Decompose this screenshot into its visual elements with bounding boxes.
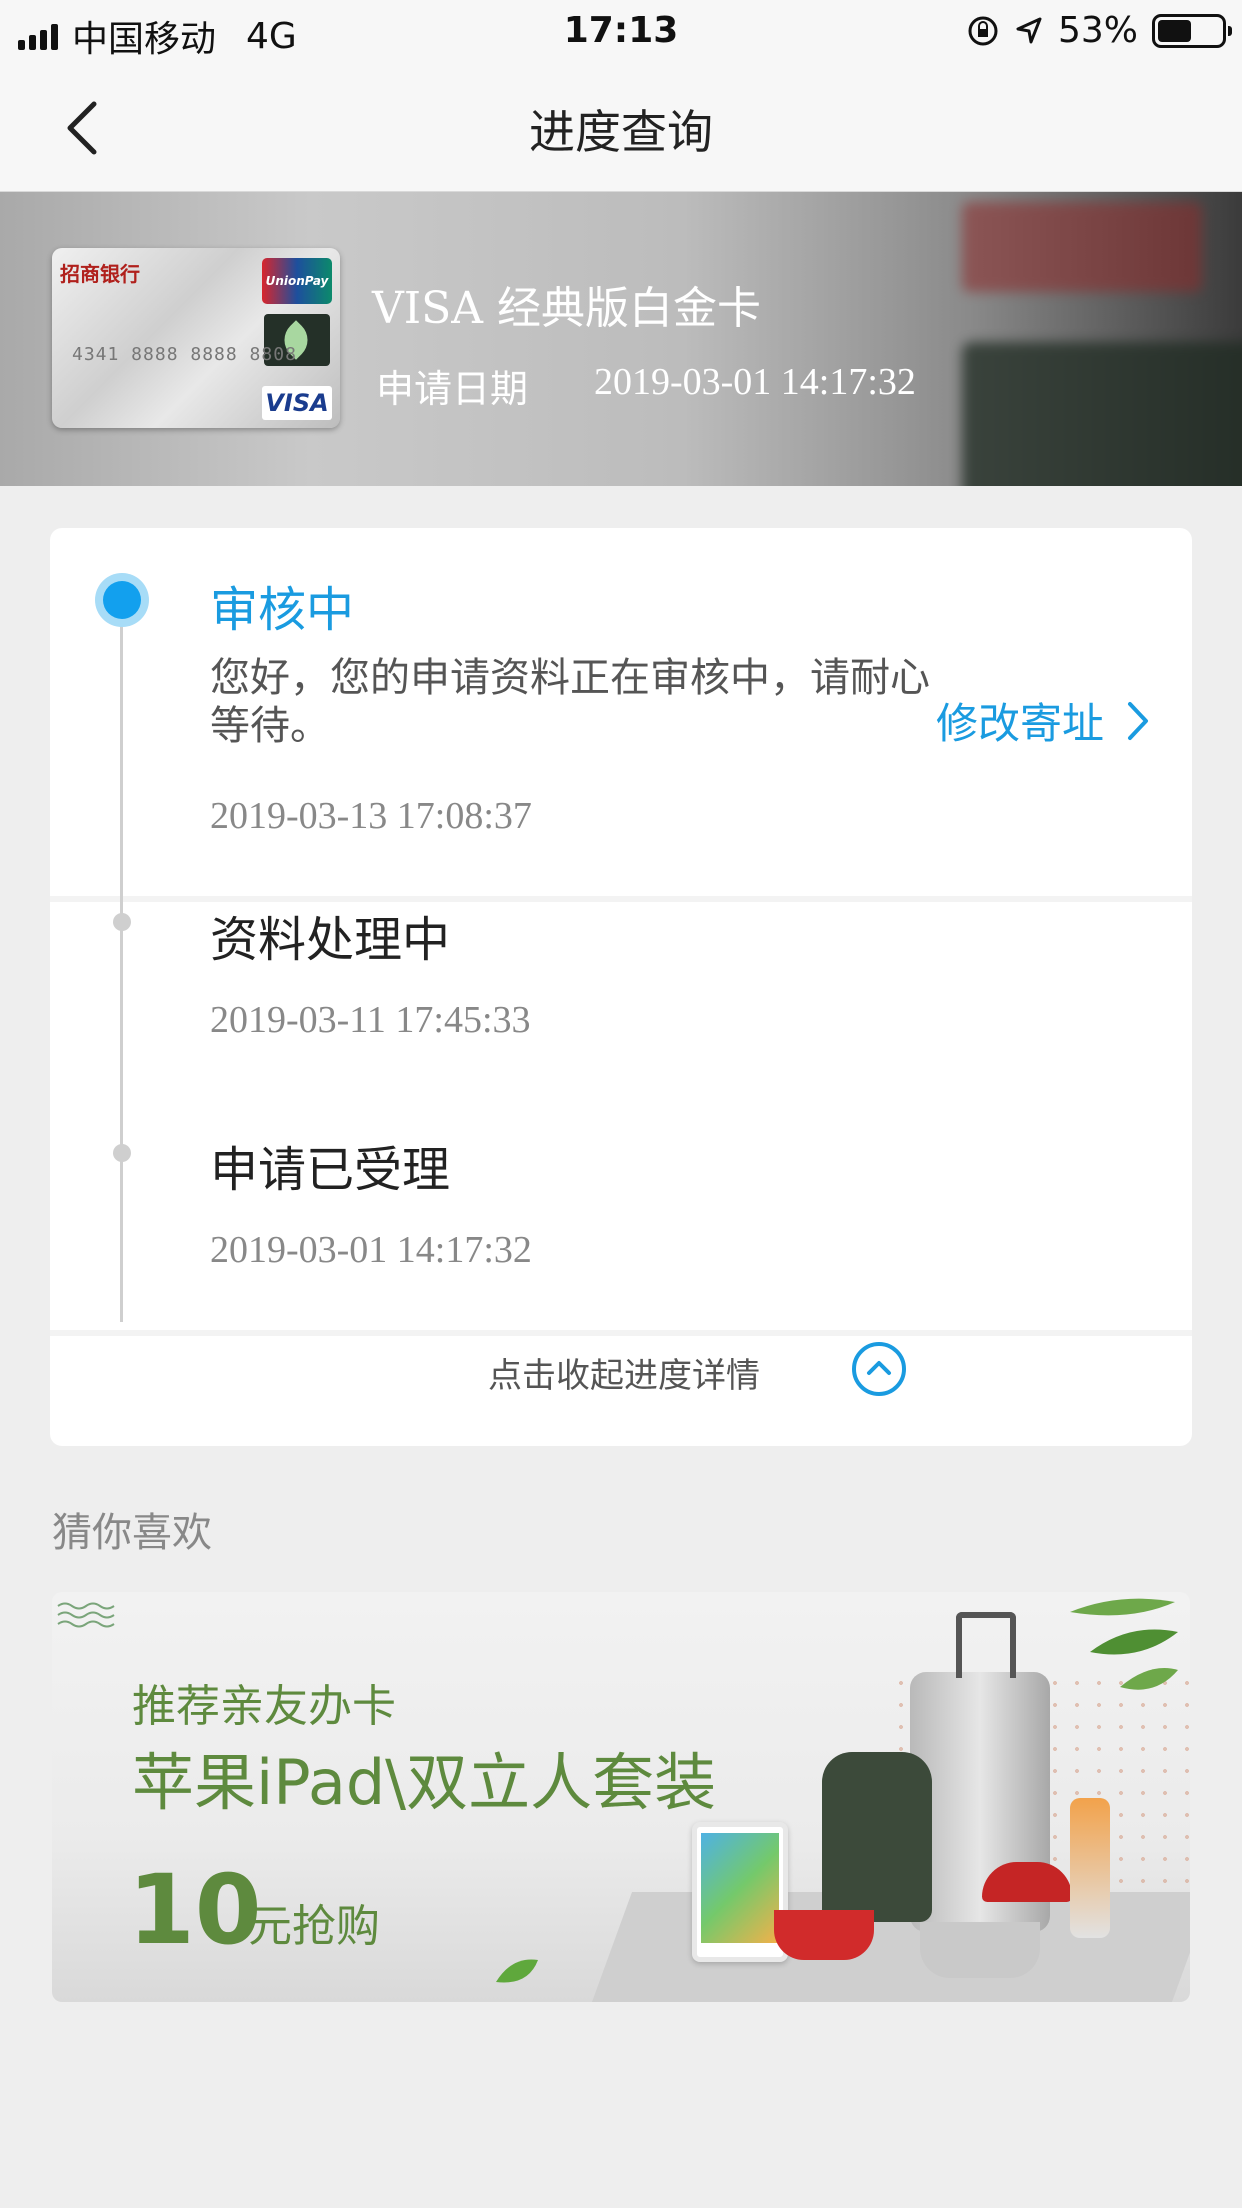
timeline-dot (113, 913, 131, 931)
step-title-processing: 资料处理中 (210, 912, 451, 968)
nav-bar: 进度查询 (0, 62, 1242, 192)
timeline-dot (113, 1144, 131, 1162)
bank-logo: 招商银行 (60, 262, 140, 286)
timeline-line (120, 608, 123, 1322)
credit-card-image: 招商银行 UnionPay 4341 8888 8888 8808 VISA (52, 248, 340, 428)
step-time: 2019-03-01 14:17:32 (210, 1229, 532, 1271)
battery-percent: 53% (1057, 10, 1138, 51)
promo-banner[interactable]: 推荐亲友办卡 苹果iPad\双立人套装 10 元抢购 (52, 1592, 1190, 2002)
banner-line1: 推荐亲友办卡 (132, 1681, 396, 1732)
divider (50, 1330, 1192, 1336)
banner-price: 10 (128, 1854, 262, 1966)
page-title: 进度查询 (529, 105, 713, 159)
chevron-up-circle-icon[interactable] (850, 1340, 908, 1398)
step-description: 您好，您的申请资料正在审核中，请耐心等待。 (210, 655, 930, 749)
step-title-accepted: 申请已受理 (210, 1142, 451, 1198)
location-arrow-icon (1016, 17, 1042, 43)
status-bar: 中国移动 4G 17:13 53% (0, 0, 1242, 62)
battery-icon (1152, 13, 1232, 48)
backpack-image (822, 1752, 932, 1922)
card-number: 4341 8888 8888 8808 (72, 344, 297, 365)
card-header: 招商银行 UnionPay 4341 8888 8888 8808 VISA V… (0, 192, 1242, 486)
recommend-title: 猜你喜欢 (52, 1510, 212, 1556)
visa-logo: VISA (262, 386, 332, 420)
collapse-details-button[interactable]: 点击收起进度详情 (0, 1340, 1242, 1400)
step-time: 2019-03-11 17:45:33 (210, 999, 531, 1041)
timeline-dot-active (95, 573, 149, 627)
card-name: VISA 经典版白金卡 (372, 283, 762, 334)
banner-price-unit: 元抢购 (248, 1901, 380, 1952)
ipad-image (692, 1822, 788, 1962)
apply-date-value: 2019-03-01 14:17:32 (594, 361, 916, 403)
steel-pot-image (920, 1922, 1040, 1978)
modify-address-label: 修改寄址 (936, 699, 1105, 748)
apply-date-label: 申请日期 (376, 367, 529, 411)
unionpay-logo: UnionPay (262, 258, 332, 304)
bamboo-leaf-icon (1070, 1598, 1178, 1690)
rotation-lock-icon (968, 16, 998, 45)
modify-address-button[interactable]: 修改寄址 (936, 690, 1158, 751)
blender-image (1070, 1798, 1110, 1938)
leaf-icon (496, 1959, 538, 1983)
banner-line2: 苹果iPad\双立人套装 (132, 1746, 717, 1819)
chevron-right-icon (1128, 701, 1149, 740)
collapse-details-label: 点击收起进度详情 (488, 1356, 760, 1396)
red-pot-image (774, 1910, 874, 1960)
wave-icon (57, 1602, 115, 1628)
step-time: 2019-03-13 17:08:37 (210, 795, 532, 837)
step-title-reviewing: 审核中 (210, 582, 355, 638)
